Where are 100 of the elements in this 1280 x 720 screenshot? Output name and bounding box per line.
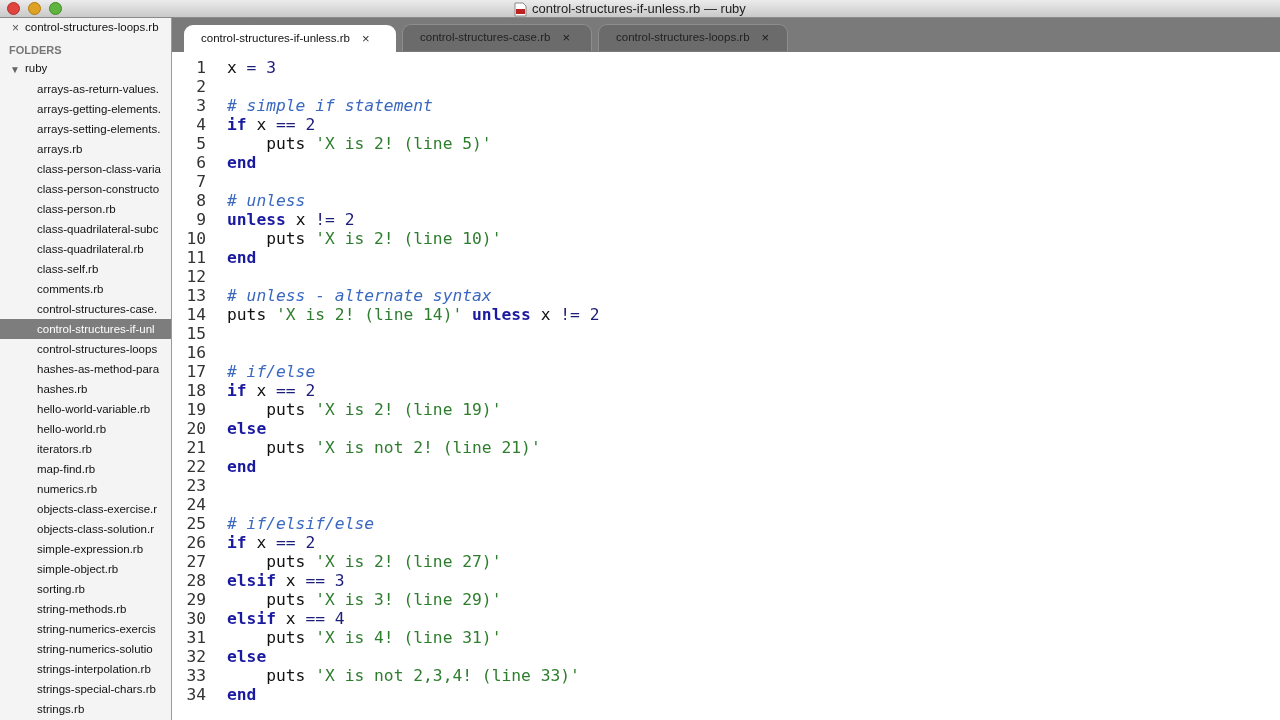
file-item[interactable]: class-quadrilateral-subc (0, 219, 171, 239)
file-item[interactable]: hashes.rb (0, 379, 171, 399)
file-item[interactable]: strings-interpolation.rb (0, 659, 171, 679)
code-line: else (227, 419, 267, 438)
line-number: 13 (185, 286, 206, 305)
line-number: 4 (195, 115, 206, 134)
code-line: unless x != 2 (227, 210, 355, 229)
line-number: 8 (195, 191, 206, 210)
file-item[interactable]: simple-object.rb (0, 559, 171, 579)
file-item[interactable]: arrays-getting-elements. (0, 99, 171, 119)
line-number: 21 (185, 438, 206, 457)
file-item[interactable]: objects-class-solution.r (0, 519, 171, 539)
code-line: end (227, 457, 257, 476)
code-line: elsif x == 4 (227, 609, 345, 628)
code-line: puts 'X is 2! (line 5)' (265, 134, 492, 153)
zoom-window-button[interactable] (49, 2, 62, 15)
line-number: 6 (195, 153, 206, 172)
file-item[interactable]: class-person.rb (0, 199, 171, 219)
file-item[interactable]: arrays-as-return-values. (0, 79, 171, 99)
line-number: 15 (185, 324, 206, 343)
code-line: # if/else (227, 362, 316, 381)
open-file-item[interactable]: control-structures-loops.rb (25, 19, 159, 37)
line-number: 27 (185, 552, 206, 571)
file-item[interactable]: hashes-as-method-para (0, 359, 171, 379)
tab[interactable]: control-structures-if-unless.rb × (184, 25, 396, 52)
code-line: puts 'X is 2! (line 14)' unless x != 2 (227, 305, 600, 324)
line-number: 3 (195, 96, 206, 115)
line-number: 11 (185, 248, 206, 267)
code-line: end (227, 153, 257, 172)
file-item[interactable]: arrays-setting-elements. (0, 119, 171, 139)
code-line: puts 'X is not 2! (line 21)' (265, 438, 541, 457)
code-line: if x == 2 (227, 381, 316, 400)
file-item[interactable]: arrays.rb (0, 139, 171, 159)
file-item[interactable]: objects-class-exercise.r (0, 499, 171, 519)
code-line: puts 'X is 4! (line 31)' (265, 628, 502, 647)
file-item[interactable]: string-methods.rb (0, 599, 171, 619)
file-item[interactable]: hello-world-variable.rb (0, 399, 171, 419)
line-number: 19 (185, 400, 206, 419)
code-line: puts 'X is 2! (line 27)' (265, 552, 502, 571)
line-number: 32 (185, 647, 206, 666)
file-item[interactable]: iterators.rb (0, 439, 171, 459)
line-number: 23 (185, 476, 206, 495)
file-item[interactable]: class-self.rb (0, 259, 171, 279)
code-line: if x == 2 (227, 115, 316, 134)
file-item[interactable]: simple-expression.rb (0, 539, 171, 559)
file-item[interactable]: class-quadrilateral.rb (0, 239, 171, 259)
code-line: puts 'X is 2! (line 10)' (265, 229, 502, 248)
file-item[interactable]: control-structures-case. (0, 299, 171, 319)
code-line: else (227, 647, 267, 666)
file-item[interactable]: string-numerics-solutio (0, 639, 171, 659)
file-item[interactable]: control-structures-loops (0, 339, 171, 359)
file-item[interactable]: comments.rb (0, 279, 171, 299)
line-number: 12 (185, 267, 206, 286)
file-item[interactable]: map-find.rb (0, 459, 171, 479)
file-item[interactable]: numerics.rb (0, 479, 171, 499)
code-line: puts 'X is 2! (line 19)' (265, 400, 502, 419)
close-window-button[interactable] (7, 2, 20, 15)
line-number: 26 (185, 533, 206, 552)
file-item[interactable]: sorting.rb (0, 579, 171, 599)
code-line: x = 3 (227, 58, 277, 77)
code-line: # simple if statement (227, 96, 433, 115)
line-number: 17 (185, 362, 206, 381)
code-line: # unless - alternate syntax (227, 286, 492, 305)
line-number: 33 (185, 666, 206, 685)
code-line: # unless (227, 191, 306, 210)
code-line: end (227, 685, 257, 704)
line-number: 31 (185, 628, 206, 647)
code-line: # if/elsif/else (227, 514, 375, 533)
file-item[interactable]: class-person-constructo (0, 179, 171, 199)
window-title: control-structures-if-unless.rb — ruby (532, 0, 746, 19)
line-number: 16 (185, 343, 206, 362)
line-number: 28 (185, 571, 206, 590)
file-item[interactable]: hello-world.rb (0, 419, 171, 439)
code-line: if x == 2 (227, 533, 316, 552)
folder-item[interactable]: ruby (24, 60, 48, 78)
file-item[interactable]: strings-special-chars.rb (0, 679, 171, 699)
file-item[interactable]: class-person-class-varia (0, 159, 171, 179)
line-number: 22 (185, 457, 206, 476)
line-number: 29 (185, 590, 206, 609)
close-icon[interactable]: × (361, 28, 370, 49)
line-number: 9 (195, 210, 206, 229)
line-number: 14 (185, 305, 206, 324)
line-number: 5 (195, 134, 206, 153)
minimize-window-button[interactable] (28, 2, 41, 15)
line-number: 30 (185, 609, 206, 628)
code-line: puts 'X is not 2,3,4! (line 33)' (265, 666, 580, 685)
line-number: 10 (185, 229, 206, 248)
line-number: 18 (185, 381, 206, 400)
file-item[interactable]: control-structures-if-unl (0, 319, 171, 339)
line-number: 7 (195, 172, 206, 191)
line-number: 2 (195, 77, 206, 96)
line-number: 1 (195, 58, 206, 77)
code-line: end (227, 248, 257, 267)
disclosure-triangle[interactable]: ▼ (10, 61, 20, 77)
close-icon[interactable]: × (12, 19, 19, 37)
file-item[interactable]: string-numerics-exercis (0, 619, 171, 639)
file-item[interactable]: strings.rb (0, 699, 171, 719)
line-number: 34 (185, 685, 206, 704)
line-number: 25 (185, 514, 206, 533)
code-line: puts 'X is 3! (line 29)' (265, 590, 502, 609)
